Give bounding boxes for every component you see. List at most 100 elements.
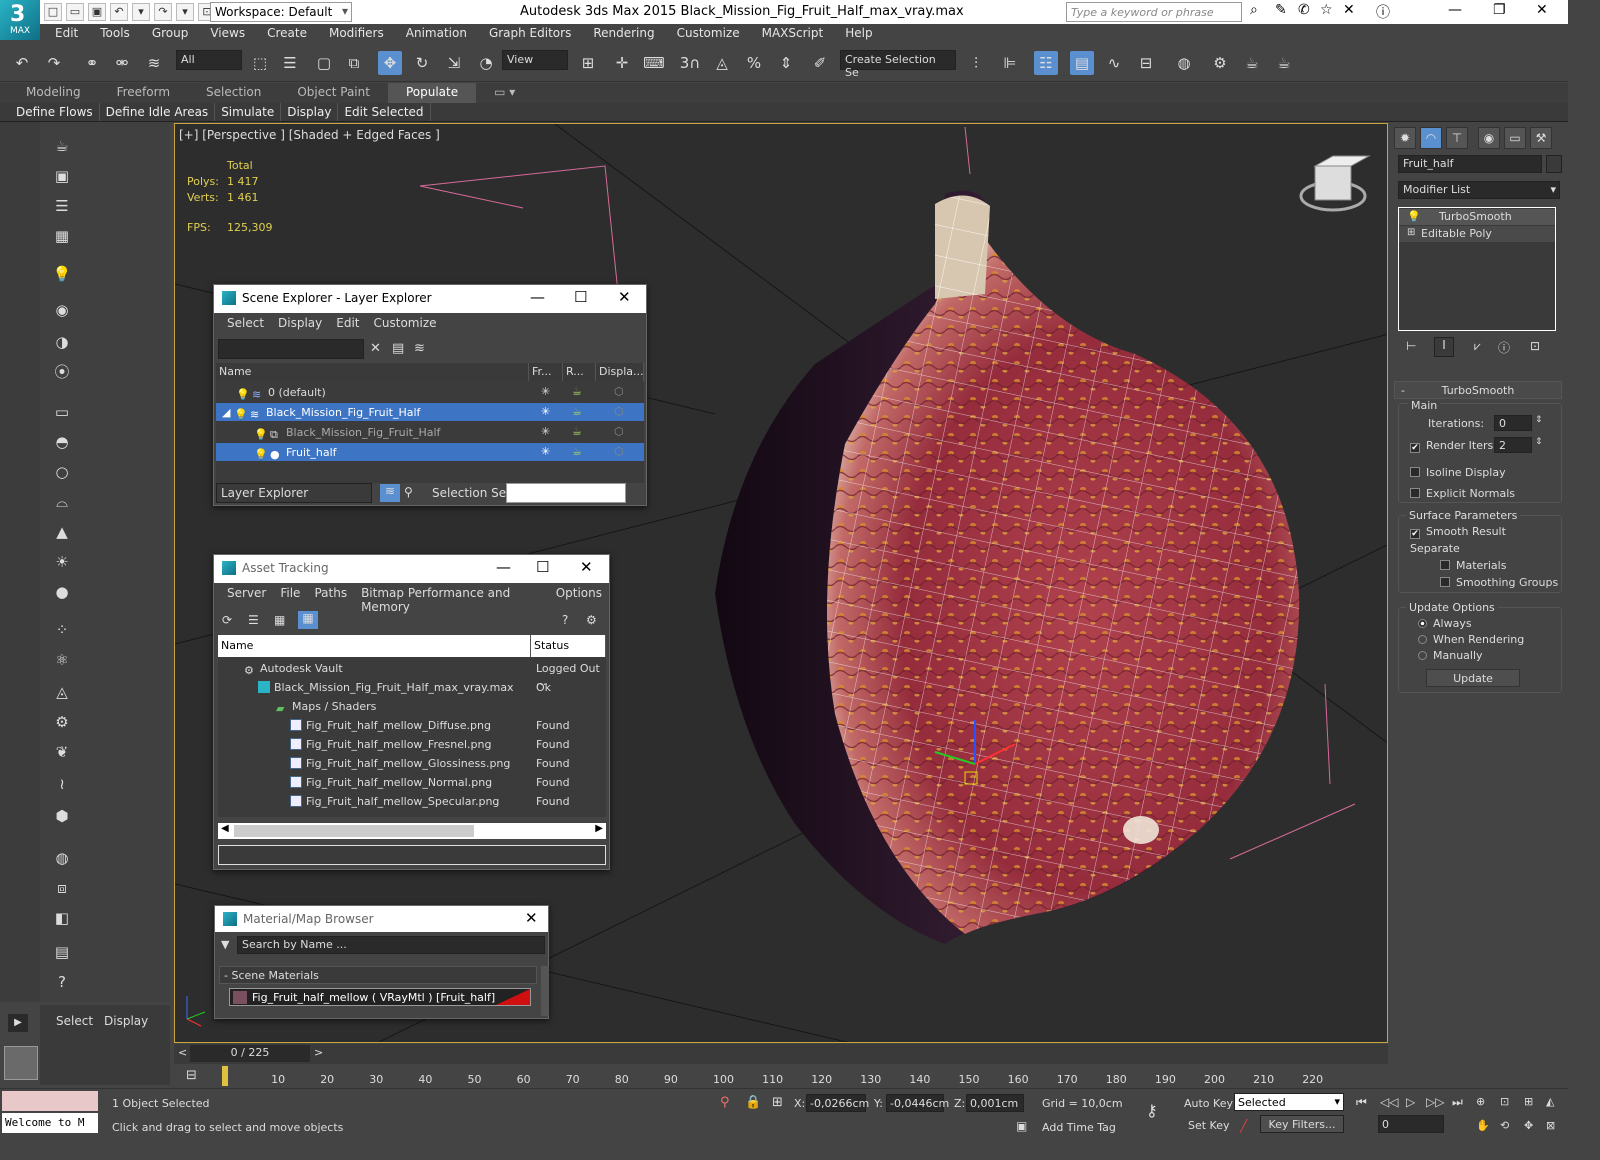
isoline-checkbox[interactable]: Isoline Display	[1410, 466, 1506, 479]
edit-selected-button[interactable]: Edit Selected	[338, 103, 431, 121]
isolate-selection-icon[interactable]: ⚲	[720, 1095, 730, 1110]
align-icon[interactable]: ⊫	[998, 51, 1022, 75]
camera-icon[interactable]: ◉	[50, 298, 74, 322]
previous-frame-icon[interactable]: ◁◁	[1380, 1095, 1398, 1109]
material-search-input[interactable]: Search by Name ...	[237, 936, 545, 954]
menu-views[interactable]: Views	[199, 24, 256, 44]
manually-radio[interactable]: Manually	[1418, 649, 1483, 662]
render-icon[interactable]: ☕	[1272, 51, 1296, 75]
menu-maxscript[interactable]: MAXScript	[751, 24, 835, 44]
rock-icon[interactable]: ⬢	[50, 804, 74, 828]
helper-icon[interactable]: ◑	[50, 330, 74, 354]
set-key-filter-icon[interactable]: ╱	[1240, 1119, 1247, 1133]
add-time-tag[interactable]: Add Time Tag	[1042, 1121, 1116, 1134]
link-icon[interactable]: ⚭	[80, 51, 104, 75]
se-menu-display[interactable]: Display	[271, 313, 329, 335]
tab-object-paint[interactable]: Object Paint	[279, 83, 388, 103]
key-filters-button[interactable]: Key Filters...	[1260, 1115, 1344, 1133]
selection-filter-dropdown[interactable]: All	[176, 50, 242, 70]
render-teapot-icon[interactable]: ☕	[572, 425, 582, 438]
menu-edit[interactable]: Edit	[44, 24, 89, 44]
se-menu-edit[interactable]: Edit	[329, 313, 366, 335]
smoothing-groups-checkbox[interactable]: Smoothing Groups	[1440, 576, 1558, 589]
make-unique-icon[interactable]: ⩗	[1474, 339, 1481, 354]
col-freeze[interactable]: Fr...	[529, 363, 563, 381]
orbit-icon[interactable]: ⟲	[1500, 1119, 1509, 1132]
at-settings-icon[interactable]: ⚙	[586, 613, 597, 627]
select-object-icon[interactable]: ⬚	[248, 51, 272, 75]
layer-explorer-icon[interactable]: ☷	[1034, 51, 1058, 75]
define-idle-areas-button[interactable]: Define Idle Areas	[100, 103, 216, 121]
se-menu-select[interactable]: Select	[220, 313, 271, 335]
molecule-icon[interactable]: ⚛	[50, 648, 74, 672]
horizontal-scrollbar[interactable]: ◀ ▶	[218, 823, 606, 839]
refresh-icon[interactable]: ⟳	[222, 613, 232, 627]
layer-row[interactable]: 💡 ≋ 0 (default) ✳ ☕ ⬡	[216, 383, 644, 402]
table-view-icon[interactable]: ▦	[298, 611, 318, 629]
basket-icon[interactable]: ⌓	[50, 490, 74, 514]
object-name-input[interactable]: Fruit_half	[1398, 155, 1542, 173]
mirror-icon[interactable]: ⫶	[964, 51, 988, 75]
spinner-snap-icon[interactable]: ⇕	[774, 51, 798, 75]
list-view-icon[interactable]: ☰	[248, 613, 259, 627]
edit-named-selection-icon[interactable]: ✐	[808, 51, 832, 75]
stack-item-turbosmooth[interactable]: 💡 TurboSmooth	[1399, 209, 1555, 225]
left-select-tab[interactable]: Select	[56, 1014, 93, 1028]
undo-dropdown-icon[interactable]: ▾	[132, 3, 150, 21]
set-key-button[interactable]: Set Key	[1188, 1119, 1230, 1132]
key-mode-dropdown[interactable]: Selected ▾	[1234, 1093, 1344, 1111]
sort-by-layer-icon[interactable]: ≋	[380, 484, 400, 502]
simulate-button[interactable]: Simulate	[215, 103, 282, 121]
menu-help[interactable]: Help	[834, 24, 883, 44]
display-tab-icon[interactable]: ▭	[1504, 127, 1526, 149]
absolute-mode-icon[interactable]: ⊞	[772, 1095, 783, 1110]
create-tab-icon[interactable]: ✹	[1394, 127, 1416, 149]
maximize-icon[interactable]: ☐	[536, 558, 549, 576]
rectangular-selection-icon[interactable]: ▢	[312, 51, 336, 75]
sun-icon[interactable]: ☀	[50, 550, 74, 574]
zoom-region-icon[interactable]: ⊡	[1500, 1095, 1509, 1108]
keyboard-shortcut-icon[interactable]: ⌨	[642, 51, 666, 75]
walkthrough-icon[interactable]: ✥	[1524, 1119, 1533, 1132]
new-layer-icon[interactable]: ≋	[414, 341, 425, 356]
snaps-toggle-icon[interactable]: 3∩	[678, 51, 702, 75]
go-to-end-icon[interactable]: ⏭	[1452, 1095, 1463, 1110]
remove-modifier-icon[interactable]: ⓘ	[1498, 339, 1510, 356]
selection-lock-icon[interactable]: 🔒	[745, 1095, 761, 1110]
cone-icon[interactable]: ▲	[50, 520, 74, 544]
maximize-icon[interactable]: ☐	[574, 288, 587, 306]
next-frame-icon[interactable]: ▷▷	[1426, 1095, 1444, 1109]
lightbulb-icon[interactable]: 💡	[254, 428, 268, 441]
signin-icon[interactable]: ✆	[1298, 2, 1310, 18]
iterations-spinner[interactable]: 0	[1494, 415, 1532, 431]
asset-path-field[interactable]	[218, 845, 606, 865]
lightbulb-icon[interactable]: 💡	[1407, 210, 1421, 223]
asset-row[interactable]: ⚙ Autodesk Vault Logged Out ...	[218, 659, 606, 688]
se-menu-customize[interactable]: Customize	[367, 313, 444, 335]
hierarchy-tab-icon[interactable]: ⊤	[1446, 127, 1468, 149]
object-color-swatch[interactable]	[1546, 155, 1562, 173]
app-logo[interactable]: MAX	[0, 0, 40, 40]
sphere-icon[interactable]: ○	[50, 460, 74, 484]
update-button[interactable]: Update	[1426, 669, 1520, 687]
render-setup-icon[interactable]: ⚙	[1208, 51, 1232, 75]
lightbulb-icon[interactable]: 💡	[234, 408, 248, 421]
play-icon[interactable]: ▷	[1406, 1095, 1415, 1109]
gear-icon[interactable]: ⚙	[50, 710, 74, 734]
help-icon[interactable]: ⓘ	[1376, 2, 1390, 22]
rendered-frame-icon[interactable]: ☕	[1240, 51, 1264, 75]
scroll-right-icon[interactable]: ▶	[595, 823, 603, 834]
asset-row[interactable]: Fig_Fruit_half_mellow_Normal.png Found	[218, 773, 606, 792]
unlink-icon[interactable]: ⚮	[110, 51, 134, 75]
display-button[interactable]: Display	[281, 103, 339, 121]
exchange-icon[interactable]: ✕	[1343, 2, 1355, 18]
at-menu-options[interactable]: Options	[549, 583, 609, 605]
vfb-icon[interactable]: ◧	[50, 906, 74, 930]
spinner-arrows-icon[interactable]: ⇕	[1535, 437, 1543, 447]
pyramid-icon[interactable]: ◬	[50, 680, 74, 704]
mini-curve-editor-icon[interactable]: ⊟	[186, 1068, 197, 1083]
schematic-view-icon[interactable]: ⊟	[1134, 51, 1158, 75]
viewport-thumbnail-icon[interactable]	[4, 1046, 38, 1080]
ribbon-options-icon[interactable]: ▭ ▾	[476, 83, 533, 103]
scene-explorer-icon[interactable]: ▤	[1070, 51, 1094, 75]
